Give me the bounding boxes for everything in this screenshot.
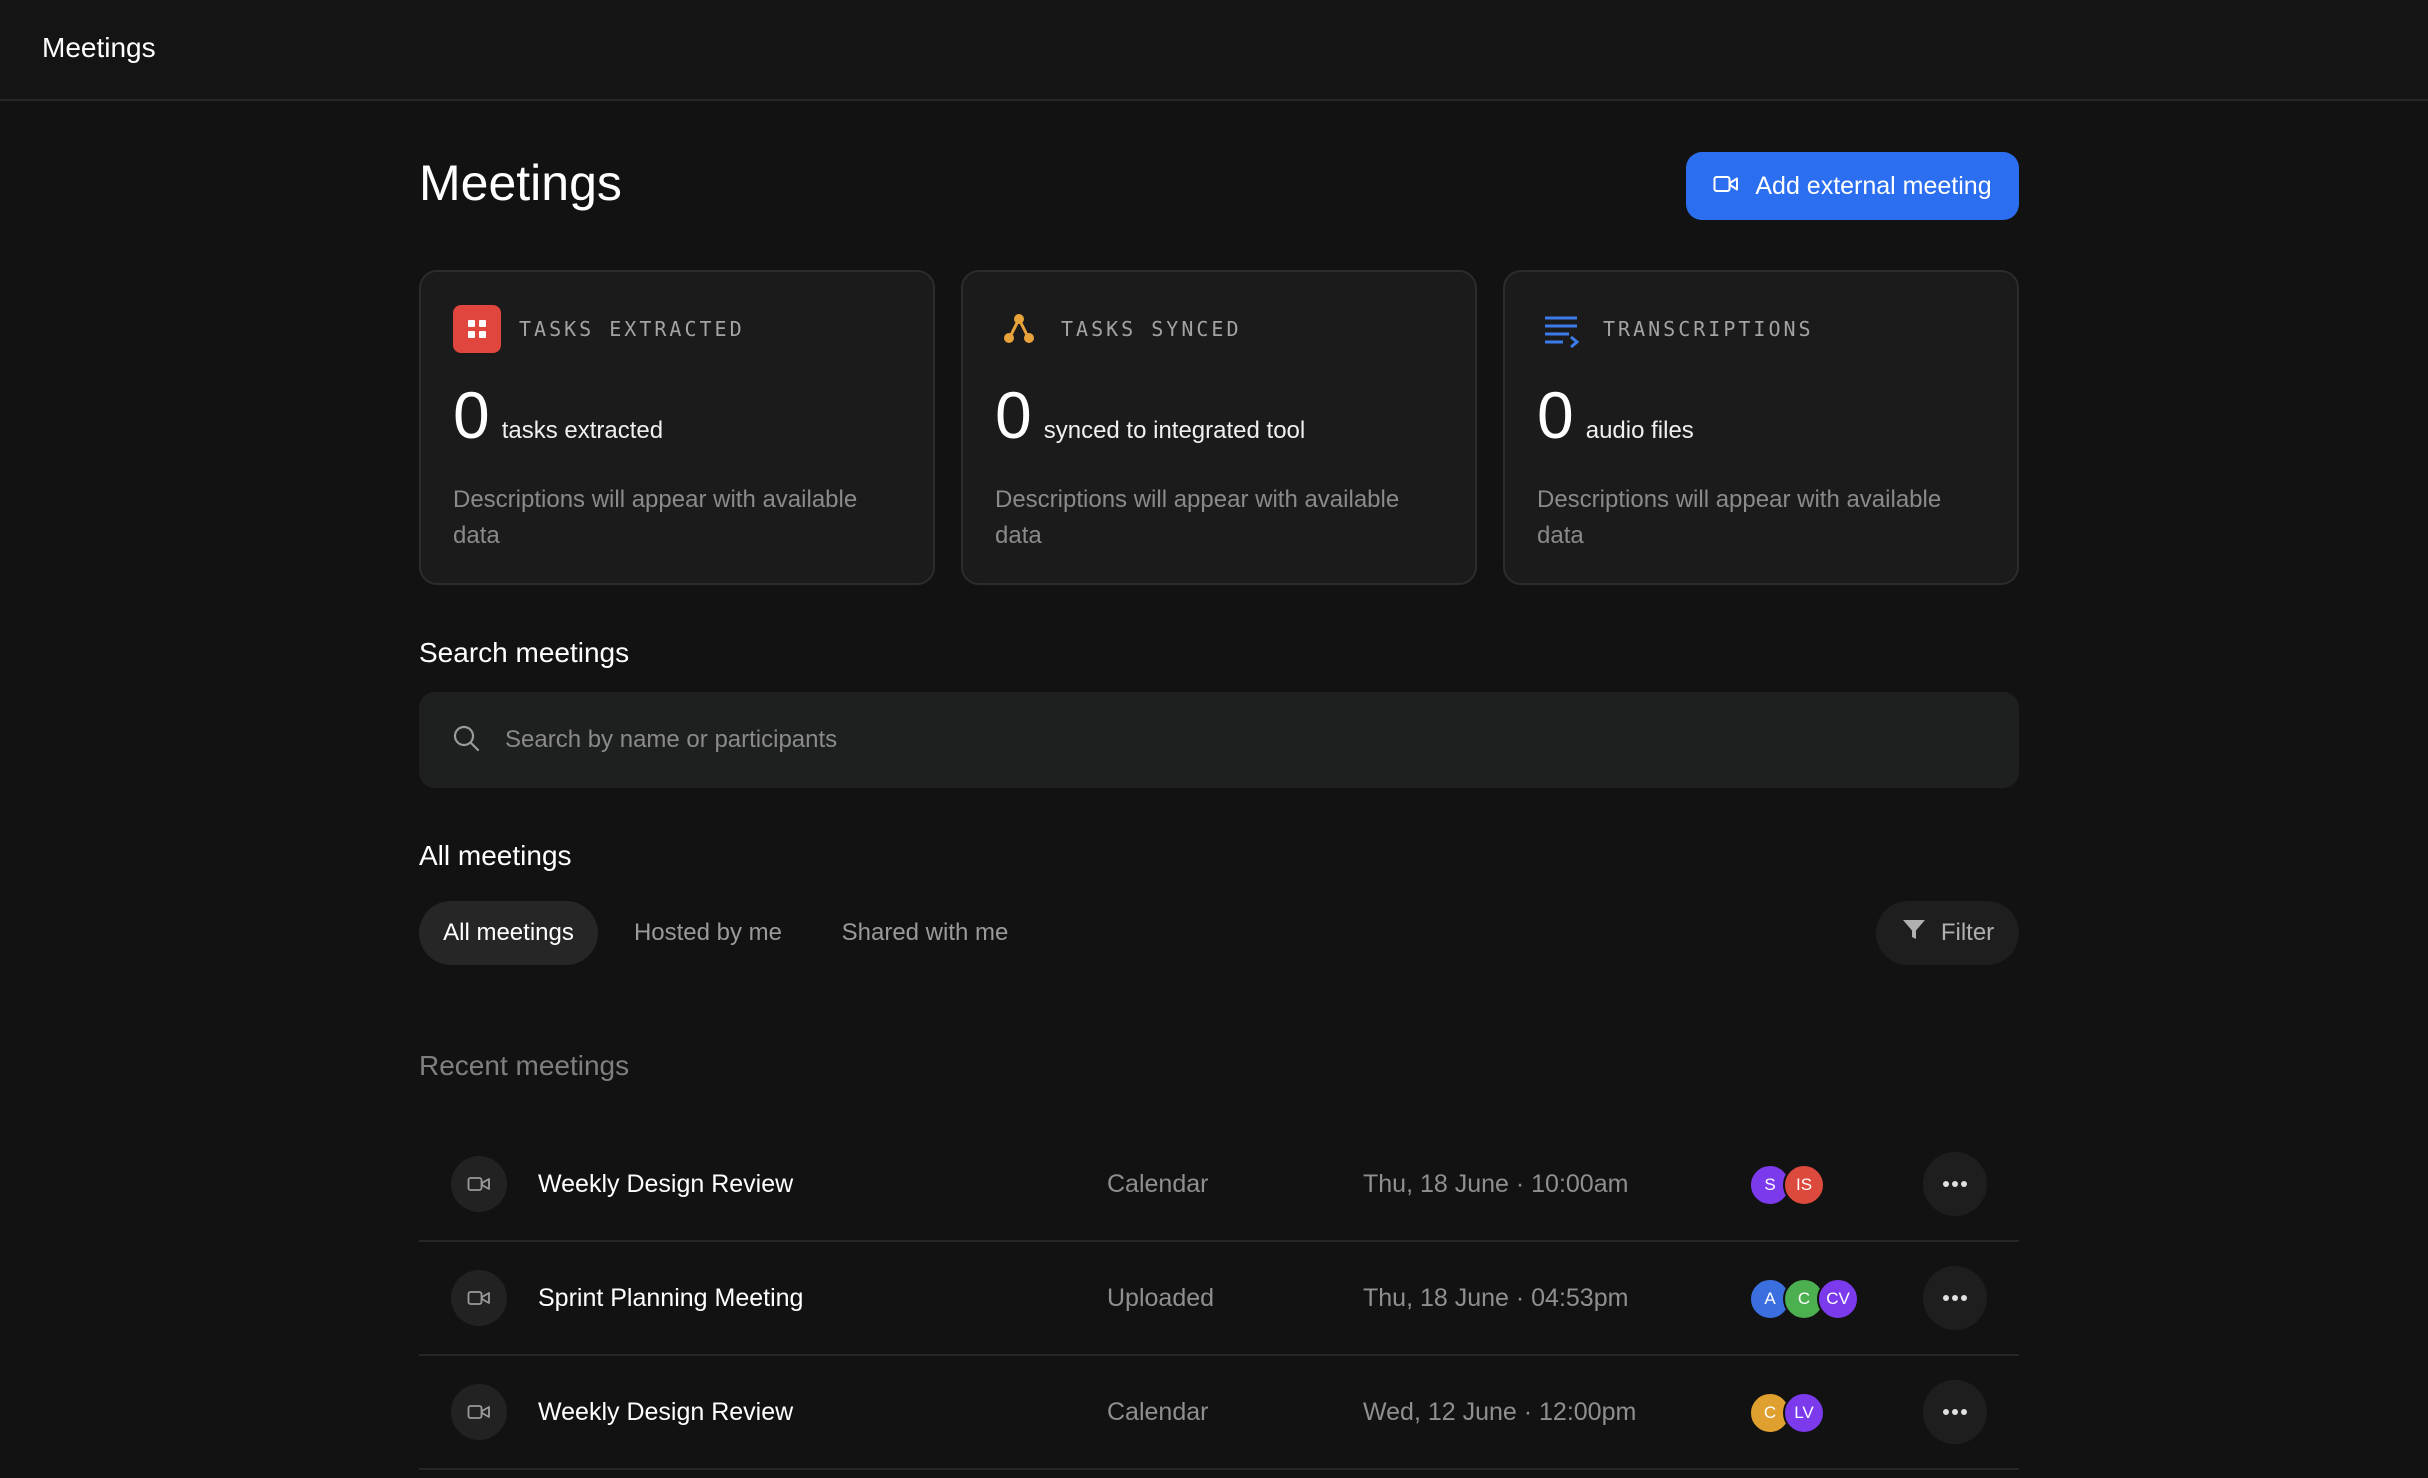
- meeting-source: Calendar: [1107, 1398, 1209, 1426]
- stat-card-transcriptions: TRANSCRIPTIONS 0 audio files Description…: [1503, 270, 2019, 585]
- participant-avatars: C LV: [1749, 1392, 1825, 1434]
- meeting-date: Thu, 18 June · 10:00am: [1363, 1170, 1629, 1198]
- search-box: [419, 692, 2019, 788]
- filter-button[interactable]: Filter: [1876, 901, 2019, 965]
- avatar: IS: [1783, 1164, 1825, 1206]
- meeting-date: Thu, 18 June · 04:53pm: [1363, 1284, 1629, 1312]
- page-title: Meetings: [419, 155, 622, 211]
- filter-label: Filter: [1940, 919, 1995, 946]
- participant-avatars: A C CV: [1749, 1278, 1859, 1320]
- stat-description: Descriptions will appear with available …: [995, 486, 1400, 549]
- stat-unit: synced to integrated tool: [1043, 417, 1306, 444]
- video-camera-icon: [451, 1270, 507, 1326]
- all-meetings-title: All meetings: [419, 840, 572, 871]
- stat-label: TRANSCRIPTIONS: [1603, 317, 1814, 341]
- stat-value: 0: [1537, 378, 1574, 452]
- stat-description: Descriptions will appear with available …: [453, 486, 858, 549]
- nodes-icon: [995, 305, 1043, 353]
- top-bar: Meetings: [0, 0, 2428, 101]
- recent-meetings-title: Recent meetings: [419, 1050, 630, 1081]
- meeting-name[interactable]: Weekly Design Review: [538, 1398, 793, 1427]
- more-horizontal-icon: [1942, 1289, 1968, 1307]
- tab-all-meetings[interactable]: All meetings: [419, 901, 598, 965]
- more-horizontal-icon: [1942, 1175, 1968, 1193]
- avatar: CV: [1817, 1278, 1859, 1320]
- search-section-title: Search meetings: [419, 637, 630, 668]
- app-title: Meetings: [42, 32, 156, 63]
- text-lines-icon: [1537, 305, 1585, 353]
- tab-hosted-by-me[interactable]: Hosted by me: [618, 901, 798, 965]
- stat-card-tasks-synced: TASKS SYNCED 0 synced to integrated tool…: [961, 270, 1477, 585]
- more-horizontal-icon: [1942, 1403, 1968, 1421]
- stat-value: 0: [995, 378, 1032, 452]
- stat-label: TASKS SYNCED: [1061, 317, 1242, 341]
- meeting-row[interactable]: Sprint Planning Meeting Uploaded Thu, 18…: [419, 1242, 2019, 1356]
- more-options-button[interactable]: [1923, 1266, 1987, 1330]
- meeting-row[interactable]: Weekly Design Review Calendar Thu, 18 Ju…: [419, 1128, 2019, 1242]
- add-external-meeting-button[interactable]: Add external meeting: [1686, 152, 2019, 220]
- participant-avatars: S IS: [1749, 1164, 1825, 1206]
- video-camera-icon: [451, 1384, 507, 1440]
- stat-label: TASKS EXTRACTED: [519, 317, 745, 341]
- stat-card-tasks-extracted: TASKS EXTRACTED 0 tasks extracted Descri…: [419, 270, 935, 585]
- meeting-date: Wed, 12 June · 12:00pm: [1363, 1398, 1637, 1426]
- stat-description: Descriptions will appear with available …: [1537, 486, 1942, 549]
- more-options-button[interactable]: [1923, 1380, 1987, 1444]
- meeting-row[interactable]: Weekly Design Review Calendar Wed, 12 Ju…: [419, 1356, 2019, 1470]
- more-options-button[interactable]: [1923, 1152, 1987, 1216]
- tab-shared-with-me[interactable]: Shared with me: [820, 901, 1030, 965]
- meeting-name[interactable]: Weekly Design Review: [538, 1170, 793, 1199]
- meeting-source: Uploaded: [1107, 1284, 1215, 1312]
- avatar: LV: [1783, 1392, 1825, 1434]
- filter-icon: [1901, 917, 1927, 950]
- stat-unit: audio files: [1585, 417, 1694, 444]
- stat-value: 0: [453, 378, 490, 452]
- stat-unit: tasks extracted: [501, 417, 664, 444]
- grid-icon: [453, 305, 501, 353]
- meeting-source: Calendar: [1107, 1170, 1209, 1198]
- meeting-name[interactable]: Sprint Planning Meeting: [538, 1284, 803, 1313]
- video-camera-icon: [451, 1156, 507, 1212]
- search-icon: [451, 723, 481, 758]
- search-input[interactable]: [505, 726, 1905, 754]
- video-camera-icon: [1713, 172, 1739, 201]
- add-external-meeting-label: Add external meeting: [1755, 171, 1992, 200]
